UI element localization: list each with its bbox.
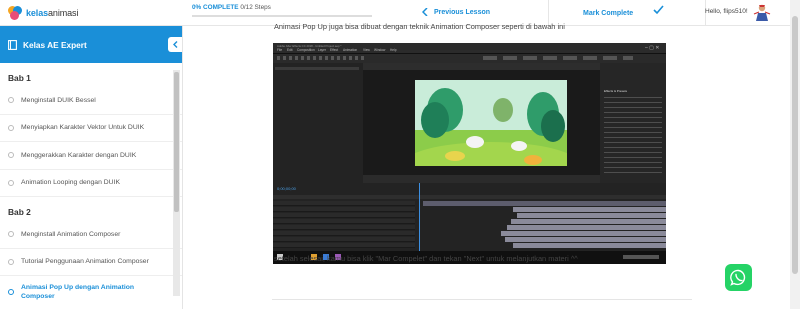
lesson-status-icon — [8, 97, 14, 104]
sidebar-scrollbar-thumb[interactable] — [174, 72, 179, 212]
ae-menu-item: Help — [390, 48, 397, 52]
outro-paragraph: setelah selesai, kamu bisa klik "Mar Com… — [274, 254, 578, 263]
course-sidebar: Kelas AE Expert Bab 1 Menginstall DUIK B… — [0, 26, 183, 309]
lesson-item[interactable]: Tutorial Penggunaan Animation Composer — [0, 249, 182, 276]
book-icon — [8, 39, 17, 50]
lesson-item-active[interactable]: Animasi Pop Up dengan Animation Composer — [0, 276, 182, 308]
avatar[interactable] — [752, 2, 772, 22]
lesson-item[interactable]: Animation Looping dengan DUIK — [0, 170, 182, 197]
lesson-label: Animasi Pop Up dengan Animation Composer — [21, 284, 135, 300]
ae-effects-panel: Effects & Presets — [600, 63, 666, 183]
lesson-label: Menginstall Animation Composer — [21, 230, 121, 238]
lesson-item[interactable]: Menginstall Animation Composer — [0, 221, 182, 249]
ae-menu-item: Layer — [318, 48, 326, 52]
page-scrollbar-thumb[interactable] — [792, 16, 798, 274]
sidebar-scrollbar[interactable] — [173, 70, 180, 296]
lesson-label: Menginstall DUIK Bessel — [21, 96, 96, 104]
user-greeting[interactable]: Hello, flips510! — [705, 8, 748, 15]
lesson-label: Tutorial Penggunaan Animation Composer — [21, 258, 149, 266]
whatsapp-button[interactable] — [725, 264, 752, 291]
ae-effects-panel-title: Effects & Presets — [604, 89, 627, 93]
lesson-label: Animation Looping dengan DUIK — [21, 179, 120, 187]
lesson-item[interactable]: Menggerakkan Karakter dengan DUIK — [0, 142, 182, 170]
ae-project-panel — [273, 63, 363, 183]
lesson-status-icon — [8, 258, 14, 265]
section-title: Bab 1 — [8, 73, 31, 83]
ae-menu-item: Edit — [287, 48, 293, 52]
lesson-status-icon — [8, 179, 14, 186]
ae-menu-item: Window — [374, 48, 386, 52]
ae-timeline-panel: 0;00;00;00 — [273, 183, 666, 251]
lesson-status-icon — [8, 289, 14, 295]
ae-menu-item: Effect — [330, 48, 339, 52]
whatsapp-icon — [730, 269, 746, 286]
lesson-label: Menggerakkan Karakter dengan DUIK — [21, 151, 137, 159]
ae-menu-bar: Adobe After Effects CC 2018 - Untitled P… — [273, 43, 666, 54]
chevron-left-icon — [422, 8, 428, 16]
lesson-item[interactable]: Menginstall DUIK Bessel — [0, 87, 182, 115]
ae-menu-item: File — [277, 48, 283, 52]
ae-menu-item: View — [363, 48, 370, 52]
site-logo[interactable]: kelasanimasi — [0, 0, 183, 26]
ae-menu-item: Composition — [297, 48, 315, 52]
chevron-left-icon — [172, 41, 177, 48]
ae-composition-viewer — [363, 63, 600, 183]
page-scrollbar[interactable] — [790, 0, 800, 309]
lesson-item[interactable]: Menyiapkan Karakter Vektor Untuk DUIK — [0, 115, 182, 142]
course-title: Kelas AE Expert — [23, 39, 87, 50]
course-progress: 0% COMPLETE 0/12 Steps — [192, 4, 372, 17]
logo-mark-icon — [8, 5, 22, 20]
mark-complete-button[interactable]: Mark Complete — [548, 0, 706, 26]
progress-label: 0% COMPLETE 0/12 Steps — [192, 4, 271, 11]
logo-text: kelasanimasi — [26, 7, 79, 18]
lesson-status-icon — [8, 231, 14, 238]
progress-bar — [192, 15, 372, 17]
ae-toolbar — [273, 54, 666, 63]
mark-complete-label: Mark Complete — [583, 9, 634, 17]
ae-timecode: 0;00;00;00 — [277, 186, 296, 191]
section-title: Bab 2 — [8, 207, 31, 217]
course-header[interactable]: Kelas AE Expert — [0, 26, 182, 63]
ae-menu-item: Animation — [343, 48, 358, 52]
composition-artwork — [415, 80, 567, 166]
check-icon — [653, 5, 664, 15]
content-divider — [272, 299, 692, 300]
lesson-status-icon — [8, 124, 14, 131]
previous-lesson-button[interactable]: Previous Lesson — [422, 8, 490, 16]
previous-lesson-label: Previous Lesson — [434, 8, 491, 16]
ae-window-controls: – ▢ ✕ — [645, 45, 660, 51]
intro-paragraph: Animasi Pop Up juga bisa dibuat dengan t… — [274, 22, 565, 31]
collapse-sidebar-button[interactable] — [168, 37, 182, 52]
lesson-label: Menyiapkan Karakter Vektor Untuk DUIK — [21, 124, 145, 132]
after-effects-screenshot: Adobe After Effects CC 2018 - Untitled P… — [273, 43, 666, 264]
lesson-status-icon — [8, 152, 14, 159]
